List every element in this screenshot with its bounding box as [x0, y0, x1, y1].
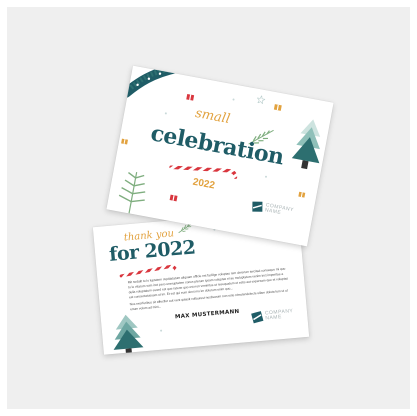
gift-icon — [169, 194, 178, 202]
gift-icon — [186, 93, 195, 101]
front-script-title: small — [194, 105, 232, 128]
gift-icon — [298, 191, 306, 198]
back-title: for 2022 — [108, 236, 197, 266]
snow-dot — [232, 98, 235, 101]
company-name: COMPANY NAME — [264, 202, 295, 217]
gift-icon — [273, 104, 282, 111]
front-year: 2022 — [191, 176, 216, 192]
signature: MAX MUSTERMANN — [174, 308, 240, 321]
fern-icon — [118, 171, 146, 214]
company-logo-icon — [252, 201, 263, 212]
snow-dot — [264, 175, 268, 178]
snow-dot — [160, 329, 163, 332]
snow-dot — [164, 112, 168, 115]
star-icon — [256, 94, 266, 105]
pine-tree-icon — [113, 314, 144, 355]
company-name: COMPANY NAME — [264, 308, 294, 322]
company-logo-icon — [251, 311, 264, 324]
gift-icon — [121, 138, 128, 145]
